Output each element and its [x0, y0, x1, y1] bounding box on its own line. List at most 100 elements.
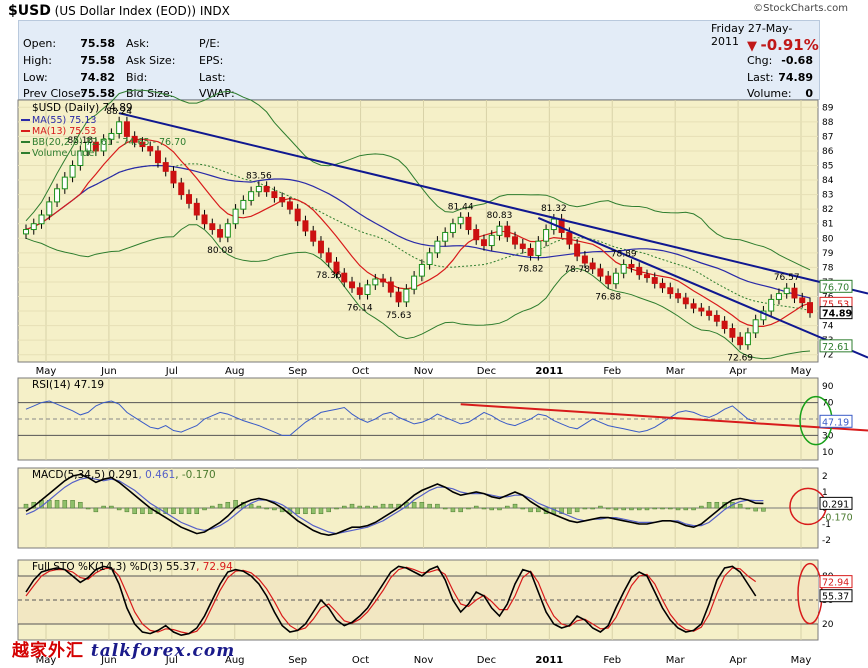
price-label: 78.36: [316, 271, 342, 281]
macd-title: MACD(5,34,5) 0.291, 0.461, -0.170: [32, 469, 216, 481]
y-tick-label: 74: [822, 322, 834, 332]
candle-body: [325, 252, 332, 263]
candle-body: [783, 287, 790, 295]
candle-body: [116, 121, 123, 134]
macd-histogram-bar: [310, 507, 316, 515]
macd-histogram-bar: [590, 507, 595, 510]
candle-body: [403, 288, 410, 303]
macd-histogram-bar: [668, 507, 673, 510]
x-tick-label: May: [791, 366, 812, 377]
candle-body: [186, 194, 193, 204]
y-tick-label: 84: [822, 176, 834, 186]
candle-body: [799, 297, 806, 304]
x-tick-label: Jun: [100, 366, 117, 377]
candle-body: [729, 328, 736, 338]
sto-value-box-label: 72.94: [822, 578, 849, 589]
price-value-box-label: 72.61: [822, 342, 849, 353]
macd-histogram-bar: [435, 503, 440, 509]
candle-body: [690, 303, 697, 309]
candle-body: [612, 272, 619, 285]
candle-body: [504, 225, 511, 238]
macd-histogram-bar: [442, 507, 448, 510]
candle-body: [675, 293, 682, 299]
candle-body: [620, 263, 627, 274]
candle-body: [271, 191, 278, 199]
candle-body: [178, 182, 185, 196]
macd-histogram-bar: [365, 505, 370, 509]
macd-histogram-bar: [380, 503, 386, 509]
macd-histogram-bar: [171, 507, 176, 515]
y-tick-label: 78: [822, 263, 834, 273]
candle-body: [255, 185, 262, 193]
macd-histogram-bar: [342, 505, 347, 509]
x-tick-label: Sep: [288, 366, 307, 377]
candle-body: [597, 268, 604, 277]
macd-histogram-bar: [714, 501, 720, 509]
x-tick-label: May: [36, 366, 57, 377]
macd-histogram-bar: [357, 505, 363, 509]
macd-histogram-bar: [318, 507, 324, 515]
price-legend-entry: Volume undef: [32, 148, 98, 159]
candle-body: [651, 277, 658, 284]
y-tick-label: 88: [822, 118, 834, 128]
price-label: 80.83: [487, 211, 513, 221]
candle-body: [434, 240, 441, 254]
y-tick-label: -2: [822, 536, 831, 546]
macd-histogram-bar: [225, 501, 231, 509]
macd-histogram-bar: [466, 507, 471, 510]
candle-body: [286, 201, 293, 210]
macd-histogram-bar: [388, 503, 394, 509]
candle-body: [473, 229, 480, 241]
y-tick-label: 83: [822, 191, 833, 201]
macd-histogram-bar: [737, 503, 743, 509]
macd-histogram-bar: [605, 507, 611, 510]
macd-histogram-bar: [217, 503, 223, 509]
macd-histogram-bar: [85, 507, 91, 510]
y-tick-label: 81: [822, 220, 833, 230]
macd-histogram-bar: [745, 507, 751, 510]
y-tick-label: 79: [822, 249, 834, 259]
candle-body: [636, 266, 643, 276]
y-tick-label: 87: [822, 132, 833, 142]
candle-body: [791, 287, 798, 299]
candle-body: [768, 298, 775, 312]
candle-body: [535, 240, 542, 256]
candle-body: [574, 243, 581, 257]
macd-histogram-bar: [23, 503, 29, 509]
candle-body: [69, 165, 76, 178]
macd-histogram-bar: [636, 507, 642, 511]
macd-histogram-bar: [644, 507, 650, 511]
macd-histogram-bar: [613, 507, 619, 511]
candle-body: [395, 291, 402, 303]
macd-histogram-bar: [124, 507, 130, 513]
candle-body: [302, 220, 309, 232]
price-legend-entry: BB(20,2.0) 72.61 - 74.65 - 76.70: [32, 137, 186, 148]
macd-histogram-bar: [78, 501, 83, 509]
y-tick-label: 80: [822, 234, 834, 244]
rsi-title: RSI(14) 47.19: [32, 379, 104, 391]
candle-body: [659, 282, 666, 289]
x-tick-label: Apr: [729, 366, 747, 377]
macd-histogram-bar: [450, 507, 456, 513]
candle-body: [527, 247, 534, 256]
price-label: 78.82: [518, 264, 544, 274]
x-tick-label: Dec: [477, 366, 496, 377]
candle-body: [744, 332, 751, 346]
candle-body: [54, 188, 61, 203]
x-tick-label: Apr: [729, 655, 747, 666]
candle-body: [364, 284, 371, 295]
candle-body: [698, 307, 705, 312]
rsi-value-box-label: 47.19: [822, 417, 849, 428]
candle-body: [418, 263, 425, 277]
y-tick-label: 85: [822, 162, 833, 172]
candle-body: [162, 162, 169, 172]
candle-body: [240, 199, 247, 210]
candle-body: [480, 239, 487, 247]
candle-body: [154, 150, 161, 164]
macd-histogram-bar: [54, 500, 60, 509]
macd-histogram-bar: [349, 503, 355, 509]
macd-histogram-bar: [264, 507, 269, 510]
macd-histogram-bar: [621, 507, 626, 511]
price-legend-entry: MA(55) 75.13: [32, 115, 96, 126]
x-tick-label: 2011: [535, 366, 563, 377]
